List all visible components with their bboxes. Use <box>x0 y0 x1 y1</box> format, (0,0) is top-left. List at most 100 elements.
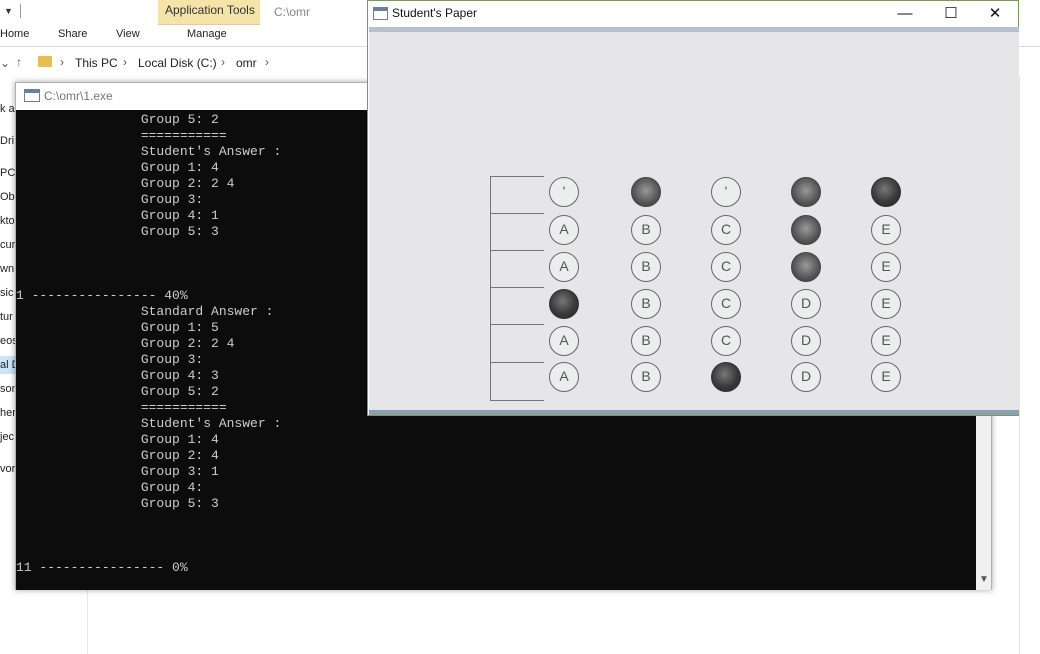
sidebar-item[interactable]: son <box>0 383 15 395</box>
breadcrumb-chevron-icon[interactable]: › <box>123 55 127 69</box>
minimize-button[interactable]: — <box>882 1 928 27</box>
sidebar-item[interactable]: vor <box>0 463 15 475</box>
students-paper-window[interactable]: Student's Paper — ☐ ✕ ' ' A B C E A B C E B C D E A B C D… <box>367 0 1019 416</box>
console-line: Group 3: <box>16 352 204 367</box>
answer-bubble: C <box>711 326 741 356</box>
answer-bubble: C <box>711 252 741 282</box>
console-line: Group 5: 2 <box>16 384 219 399</box>
console-line: Group 5: 3 <box>16 224 219 239</box>
console-line: Group 3: 1 <box>16 464 219 479</box>
answer-bubble: C <box>711 215 741 245</box>
answer-bubble: A <box>549 252 579 282</box>
console-line: Group 4: <box>16 480 204 495</box>
answer-bubble: C <box>711 289 741 319</box>
breadcrumb-chevron-icon[interactable]: › <box>265 55 269 69</box>
console-line: Group 1: 5 <box>16 320 219 335</box>
console-line: Student's Answer : <box>16 144 282 159</box>
sidebar-item[interactable]: jec <box>0 431 15 443</box>
console-line: 1 ---------------- 40% <box>16 288 188 303</box>
paper-title-bar[interactable]: Student's Paper — ☐ ✕ <box>368 1 1018 27</box>
sheet-row-divider <box>490 176 544 177</box>
console-line: Group 2: 2 4 <box>16 176 235 191</box>
sidebar-item[interactable]: sic <box>0 287 15 299</box>
sidebar-item[interactable]: Ob <box>0 191 15 203</box>
breadcrumb-omr[interactable]: omr <box>236 56 257 70</box>
answer-bubble: E <box>871 362 901 392</box>
explorer-title-path: C:\omr <box>274 5 310 19</box>
answer-bubble: B <box>631 252 661 282</box>
answer-bubble: A <box>549 326 579 356</box>
sidebar-item[interactable]: Dri <box>0 135 15 147</box>
console-line: Group 1: 4 <box>16 160 219 175</box>
sidebar-item[interactable]: k a <box>0 103 15 115</box>
sheet-row-divider <box>490 400 544 401</box>
maximize-button[interactable]: ☐ <box>928 1 974 27</box>
close-button[interactable]: ✕ <box>972 1 1018 27</box>
paper-window-title: Student's Paper <box>392 6 478 20</box>
sheet-row-divider <box>490 213 544 214</box>
sidebar-item[interactable]: her <box>0 407 15 419</box>
console-line: Standard Answer : <box>16 304 274 319</box>
console-line: 11 ---------------- 0% <box>16 560 188 575</box>
toolbar-separator <box>20 4 21 18</box>
answer-bubble <box>631 177 661 207</box>
sidebar-item[interactable]: PC <box>0 167 15 179</box>
paper-app-icon <box>373 7 388 20</box>
breadcrumb-chevron-icon[interactable]: › <box>221 55 225 69</box>
answer-bubble <box>711 362 741 392</box>
paper-top-edge <box>369 27 1019 32</box>
answer-bubble <box>791 177 821 207</box>
sidebar-item[interactable]: kto <box>0 215 15 227</box>
tab-manage[interactable]: Manage <box>187 28 227 40</box>
up-arrow-icon[interactable]: ↑ <box>16 55 22 69</box>
answer-bubble: B <box>631 326 661 356</box>
answer-bubble: E <box>871 252 901 282</box>
quick-access-dropdown-icon[interactable]: ▼ <box>4 6 13 16</box>
answer-bubble: D <box>791 326 821 356</box>
console-app-icon <box>24 89 40 102</box>
answer-bubble: A <box>549 362 579 392</box>
sidebar-item[interactable]: al D <box>0 359 15 371</box>
sidebar-item[interactable]: wn <box>0 263 15 275</box>
console-line: Group 5: 3 <box>16 496 219 511</box>
answer-bubble: E <box>871 215 901 245</box>
tab-share[interactable]: Share <box>58 28 87 40</box>
sheet-row-divider <box>490 250 544 251</box>
explorer-edge-line <box>1019 76 1020 654</box>
answer-bubble: D <box>791 362 821 392</box>
answer-bubble: B <box>631 215 661 245</box>
omr-answer-sheet-image: ' ' A B C E A B C E B C D E A B C D E A B D E <box>369 27 1019 415</box>
tab-home[interactable]: Home <box>0 28 29 40</box>
scroll-down-arrow-icon[interactable]: ▼ <box>979 574 989 585</box>
answer-bubble <box>791 215 821 245</box>
sidebar-item[interactable]: cur <box>0 239 15 251</box>
console-title: C:\omr\1.exe <box>44 89 113 103</box>
answer-bubble <box>549 289 579 319</box>
console-line: Group 1: 4 <box>16 432 219 447</box>
sheet-row-divider <box>490 362 544 363</box>
folder-icon <box>38 56 52 67</box>
breadcrumb-this-pc[interactable]: This PC <box>75 56 118 70</box>
console-line: Group 4: 3 <box>16 368 219 383</box>
sheet-bracket-line <box>490 176 491 401</box>
answer-bubble: B <box>631 362 661 392</box>
answer-bubble: ' <box>711 177 741 207</box>
console-line: Group 4: 1 <box>16 208 219 223</box>
sheet-row-divider <box>490 324 544 325</box>
sidebar-item[interactable]: eos <box>0 335 15 347</box>
answer-bubble: B <box>631 289 661 319</box>
console-line: Student's Answer : <box>16 416 282 431</box>
sheet-row-divider <box>490 287 544 288</box>
console-line: Group 3: <box>16 192 204 207</box>
console-line: Group 2: 2 4 <box>16 336 235 351</box>
console-line: =========== <box>16 128 227 143</box>
console-line: Group 2: 4 <box>16 448 219 463</box>
sidebar-item[interactable]: tur <box>0 311 15 323</box>
breadcrumb-local-disk[interactable]: Local Disk (C:) <box>138 56 217 70</box>
answer-bubble: E <box>871 326 901 356</box>
tab-view[interactable]: View <box>116 28 140 40</box>
answer-bubble <box>871 177 901 207</box>
chevron-down-icon[interactable]: ⌄ <box>0 56 10 70</box>
answer-bubble: ' <box>549 177 579 207</box>
breadcrumb-chevron-icon[interactable]: › <box>60 55 64 69</box>
